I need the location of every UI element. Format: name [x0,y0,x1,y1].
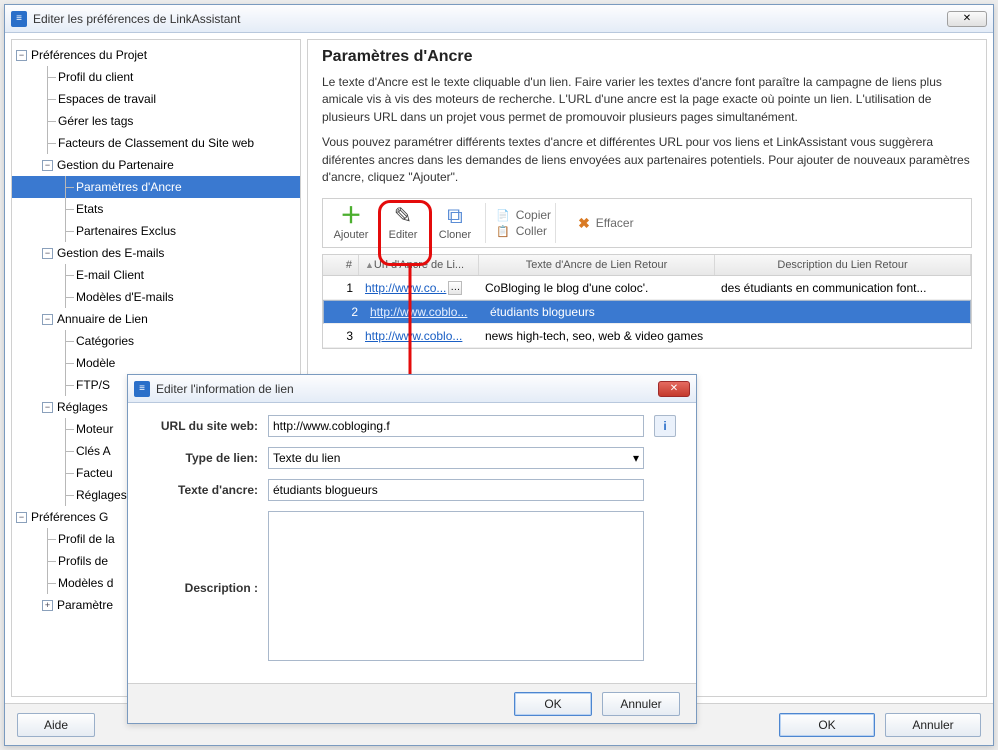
tree-node-link-directory[interactable]: −Annuaire de Lien [12,308,300,330]
tree-line-icon [42,528,56,550]
table-row[interactable]: 2 http://www.coblo... étudiants blogueur… [323,300,971,324]
tree-line-icon [60,330,74,352]
delete-icon: ✖ [578,215,590,232]
tree-line-icon [42,88,56,110]
col-number[interactable]: # [323,255,359,275]
window-close-button[interactable]: ✕ [947,11,987,27]
info-button[interactable]: i [654,415,676,437]
intro-para-2: Vous pouvez paramétrer différents textes… [322,134,972,186]
paste-icon: 📋 [496,225,510,238]
url-label: URL du site web: [148,419,258,433]
tree-line-icon [60,462,74,484]
tree-node-manage-tags[interactable]: Gérer les tags [12,110,300,132]
tree-line-icon [60,286,74,308]
collapse-icon[interactable]: − [16,512,27,523]
url-link[interactable]: http://www.co... [365,281,446,295]
intro-para-1: Le texte d'Ancre est le texte cliquable … [322,74,972,126]
app-icon: ≡ [11,11,27,27]
add-button[interactable]: ＋ Ajouter [325,201,377,245]
col-desc[interactable]: Description du Lien Retour [715,255,971,275]
url-browse-button[interactable]: … [448,281,462,295]
desc-label: Description : [148,581,258,595]
tree-node-excluded-partners[interactable]: Partenaires Exclus [12,220,300,242]
page-title: Paramètres d'Ancre [322,48,972,66]
dialog-ok-button[interactable]: OK [514,692,592,716]
anchor-input[interactable] [268,479,644,501]
type-select[interactable]: Texte du lien ▾ [268,447,644,469]
expand-icon[interactable]: + [42,600,53,611]
tree-line-icon [60,198,74,220]
description-textarea[interactable] [268,511,644,661]
col-text[interactable]: Texte d'Ancre de Lien Retour [479,255,715,275]
tree-line-icon [60,220,74,242]
copy-button[interactable]: 📄Copier [496,208,551,222]
clone-icon: ⧉ [447,205,463,227]
paste-button[interactable]: 📋Coller [496,224,551,238]
window-title: Editer les préférences de LinkAssistant [33,12,941,26]
pencil-icon: ✎ [394,205,412,227]
collapse-icon[interactable]: − [16,50,27,61]
col-url[interactable]: Url d'Ancre de Li... [359,255,479,275]
tree-node-workspaces[interactable]: Espaces de travail [12,88,300,110]
tree-node-partner-mgmt[interactable]: −Gestion du Partenaire [12,154,300,176]
tree-node-email-client[interactable]: E-mail Client [12,264,300,286]
clone-button[interactable]: ⧉ Cloner [429,201,481,245]
tree-node-states[interactable]: Etats [12,198,300,220]
tree-node-template[interactable]: Modèle [12,352,300,374]
collapse-icon[interactable]: − [42,248,53,259]
tree-line-icon [60,374,74,396]
cancel-button[interactable]: Annuler [885,713,981,737]
toolbar-separator [485,203,486,243]
tree-line-icon [42,66,56,88]
tree-line-icon [60,440,74,462]
tree-line-icon [42,110,56,132]
tree-line-icon [42,550,56,572]
dialog-titlebar: ≡ Editer l'information de lien ✕ [128,375,696,403]
collapse-icon[interactable]: − [42,402,53,413]
tree-node-categories[interactable]: Catégories [12,330,300,352]
ok-button[interactable]: OK [779,713,875,737]
edit-button[interactable]: ✎ Editer [377,201,429,245]
collapse-icon[interactable]: − [42,160,53,171]
tree-line-icon [42,572,56,594]
app-icon: ≡ [134,381,150,397]
tree-node-email-templates[interactable]: Modèles d'E-mails [12,286,300,308]
url-input[interactable] [268,415,644,437]
copy-icon: 📄 [496,209,510,222]
toolbar-separator [555,203,556,243]
dialog-title: Editer l'information de lien [156,382,652,396]
tree-line-icon [60,352,74,374]
anchor-table: # Url d'Ancre de Li... Texte d'Ancre de … [322,254,972,349]
tree-node-client-profile[interactable]: Profil du client [12,66,300,88]
tree-line-icon [60,418,74,440]
dialog-footer: OK Annuler [128,683,696,723]
titlebar: ≡ Editer les préférences de LinkAssistan… [5,5,993,33]
tree-line-icon [60,484,74,506]
type-label: Type de lien: [148,451,258,465]
action-toolbar: ＋ Ajouter ✎ Editer ⧉ Cloner 📄Copier 📋Col… [322,198,972,248]
tree-node-ranking-factors[interactable]: Facteurs de Classement du Site web [12,132,300,154]
table-header: # Url d'Ancre de Li... Texte d'Ancre de … [323,255,971,276]
table-row[interactable]: 1 http://www.co...… CoBloging le blog d'… [323,276,971,300]
plus-icon: ＋ [340,205,362,227]
chevron-down-icon: ▾ [633,451,639,465]
edit-link-dialog: ≡ Editer l'information de lien ✕ URL du … [127,374,697,724]
tree-node-project-prefs[interactable]: −Préférences du Projet [12,44,300,66]
dialog-close-button[interactable]: ✕ [658,381,690,397]
tree-line-icon [42,132,56,154]
url-link[interactable]: http://www.coblo... [365,329,462,343]
collapse-icon[interactable]: − [42,314,53,325]
tree-node-email-mgmt[interactable]: −Gestion des E-mails [12,242,300,264]
tree-node-anchor-settings[interactable]: Paramètres d'Ancre [12,176,300,198]
help-button[interactable]: Aide [17,713,95,737]
anchor-label: Texte d'ancre: [148,483,258,497]
tree-line-icon [60,176,74,198]
dialog-cancel-button[interactable]: Annuler [602,692,680,716]
tree-line-icon [60,264,74,286]
delete-button[interactable]: ✖ Effacer [578,201,634,245]
table-row[interactable]: 3 http://www.coblo... news high-tech, se… [323,324,971,348]
url-link[interactable]: http://www.coblo... [370,305,467,319]
